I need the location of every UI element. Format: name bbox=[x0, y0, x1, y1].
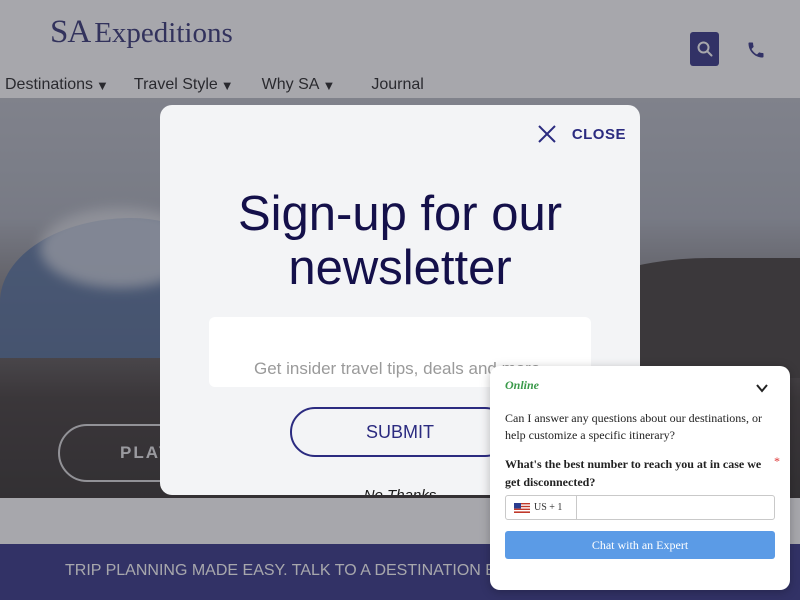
country-code: US + 1 bbox=[534, 502, 563, 513]
close-button[interactable]: CLOSE bbox=[536, 123, 626, 145]
chat-widget: Online Can I answer any questions about … bbox=[490, 366, 790, 590]
phone-number-input[interactable] bbox=[577, 496, 774, 519]
phone-field: US + 1 bbox=[505, 495, 775, 520]
close-label: CLOSE bbox=[571, 125, 626, 143]
chat-with-expert-button[interactable]: Chat with an Expert bbox=[505, 531, 775, 559]
chat-status: Online bbox=[505, 378, 540, 392]
chat-intro-text: Can I answer any questions about our des… bbox=[505, 411, 762, 442]
chevron-down-icon[interactable] bbox=[754, 380, 770, 396]
modal-title: Sign-up for our newsletter bbox=[160, 187, 640, 295]
close-icon bbox=[538, 125, 556, 143]
modal-title-line-2: newsletter bbox=[288, 241, 512, 295]
submit-button[interactable]: SUBMIT bbox=[290, 407, 510, 457]
chat-question-label: What's the best number to reach you at i… bbox=[505, 457, 762, 489]
country-selector[interactable]: US + 1 bbox=[506, 496, 577, 519]
us-flag-icon bbox=[514, 502, 530, 513]
modal-title-line-1: Sign-up for our bbox=[237, 187, 563, 241]
required-marker: * bbox=[774, 454, 780, 468]
